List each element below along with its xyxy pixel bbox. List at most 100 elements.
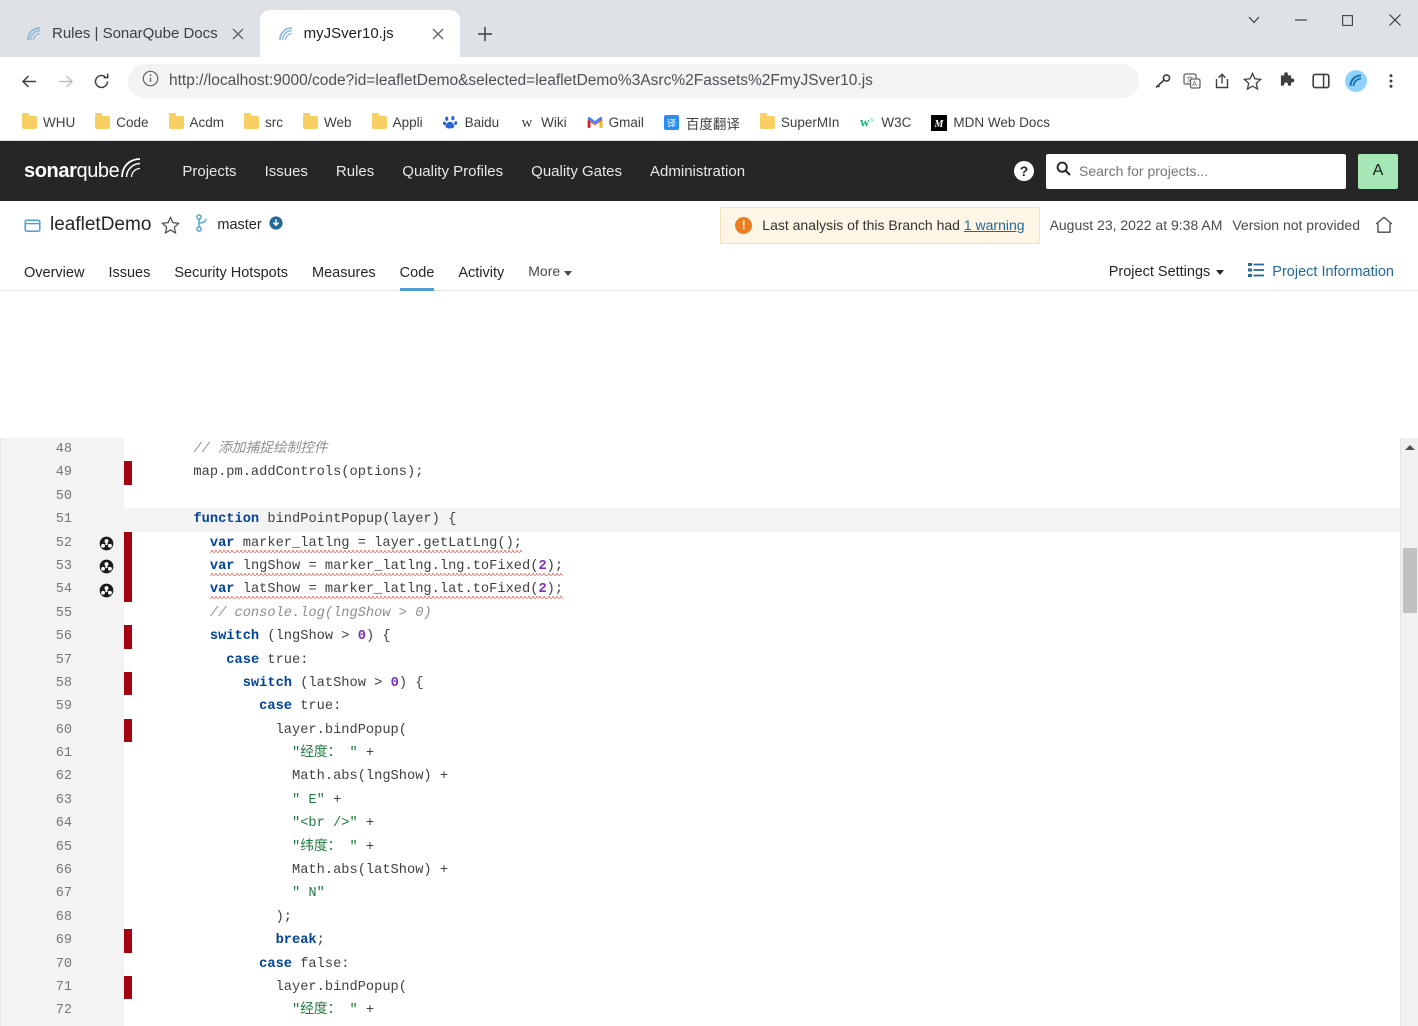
line-number[interactable]: 57 — [0, 648, 88, 672]
line-number[interactable]: 50 — [0, 484, 88, 509]
code-line[interactable]: 60 layer.bindPopup( — [0, 718, 1400, 743]
page-scrollbar[interactable] — [1400, 438, 1418, 1026]
line-number[interactable]: 54 — [0, 578, 88, 602]
code-line[interactable]: 65 "纬度： " + — [0, 835, 1400, 860]
key-icon[interactable] — [1149, 68, 1175, 94]
line-number[interactable]: 61 — [0, 742, 88, 766]
bookmark-item[interactable]: Web — [295, 112, 360, 133]
new-tab-button[interactable] — [468, 17, 502, 51]
bookmark-item[interactable]: WHU — [14, 112, 83, 133]
line-number[interactable]: 62 — [0, 765, 88, 789]
line-number[interactable]: 70 — [0, 952, 88, 976]
code-line[interactable]: 61 "经度： " + — [0, 742, 1400, 766]
bug-issue-icon[interactable] — [88, 578, 124, 602]
nav-quality-gates[interactable]: Quality Gates — [517, 163, 636, 180]
code-line[interactable]: 69 break; — [0, 929, 1400, 953]
code-line[interactable]: 67 " N" — [0, 882, 1400, 906]
bug-issue-icon[interactable] — [88, 531, 124, 555]
star-outline-icon[interactable] — [161, 215, 181, 235]
code-line[interactable]: 72 "经度： " + — [0, 999, 1400, 1023]
nav-projects[interactable]: Projects — [168, 163, 250, 180]
maximize-button[interactable] — [1324, 0, 1371, 40]
line-number[interactable]: 49 — [0, 461, 88, 485]
code-line[interactable]: 70 case false: — [0, 952, 1400, 976]
code-line[interactable]: 68 ); — [0, 905, 1400, 930]
nav-rules[interactable]: Rules — [322, 163, 388, 180]
bookmark-item[interactable]: SuperMIn — [752, 112, 848, 133]
sonarqube-logo[interactable]: sonar qube — [24, 157, 142, 185]
search-input[interactable] — [1079, 163, 1336, 179]
tab-activity[interactable]: Activity — [446, 265, 516, 290]
code-line[interactable]: 62 Math.abs(lngShow) + — [0, 765, 1400, 789]
home-icon[interactable] — [1374, 215, 1394, 235]
chrome-menu-icon[interactable] — [1376, 66, 1406, 96]
translate-icon[interactable]: 文A — [1179, 68, 1205, 94]
bookmark-item[interactable]: W3 W3C — [851, 112, 919, 134]
side-panel-icon[interactable] — [1306, 66, 1336, 96]
line-number[interactable]: 60 — [0, 718, 88, 743]
tab-measures[interactable]: Measures — [300, 265, 388, 290]
code-line[interactable]: 59 case true: — [0, 695, 1400, 719]
tab-search-button[interactable] — [1230, 0, 1277, 40]
code-line[interactable]: 48 // 添加捕捉绘制控件 — [0, 438, 1400, 462]
code-line[interactable]: 71 layer.bindPopup( — [0, 975, 1400, 1000]
close-icon[interactable] — [226, 22, 250, 46]
nav-administration[interactable]: Administration — [636, 163, 759, 180]
info-circle-icon[interactable] — [142, 70, 159, 92]
code-line[interactable]: 51 function bindPointPopup(layer) { — [0, 508, 1400, 532]
tab-issues[interactable]: Issues — [96, 265, 162, 290]
bookmark-item[interactable]: Appli — [364, 112, 431, 133]
tab-code[interactable]: Code — [388, 265, 447, 291]
browser-tab-2[interactable]: myJSver10.js — [259, 10, 460, 57]
avatar[interactable]: A — [1358, 153, 1398, 189]
tab-overview[interactable]: Overview — [24, 265, 96, 290]
line-number[interactable]: 67 — [0, 882, 88, 906]
line-number[interactable]: 68 — [0, 905, 88, 930]
bookmark-item[interactable]: Baidu — [435, 112, 508, 134]
scrollbar-thumb[interactable] — [1403, 548, 1417, 613]
code-line[interactable]: 64 "<br />" + — [0, 812, 1400, 836]
line-number[interactable]: 53 — [0, 554, 88, 579]
line-number[interactable]: 71 — [0, 975, 88, 1000]
bookmark-item[interactable]: 译 百度翻译 — [656, 110, 748, 136]
nav-quality-profiles[interactable]: Quality Profiles — [388, 163, 517, 180]
address-bar[interactable]: http://localhost:9000/code?id=leafletDem… — [128, 64, 1139, 98]
bookmark-item[interactable]: W Wiki — [511, 112, 575, 134]
branch-selector[interactable]: master — [196, 213, 283, 237]
code-line[interactable]: 53 var lngShow = marker_latlng.lng.toFix… — [0, 554, 1400, 579]
download-circle-icon[interactable] — [269, 215, 283, 235]
extensions-puzzle-icon[interactable] — [1271, 66, 1301, 96]
bookmark-item[interactable]: Acdm — [161, 112, 233, 133]
bookmark-item[interactable]: Code — [87, 112, 156, 133]
line-number[interactable]: 66 — [0, 859, 88, 883]
line-number[interactable]: 48 — [0, 438, 88, 462]
line-number[interactable]: 64 — [0, 812, 88, 836]
line-number[interactable]: 51 — [0, 508, 88, 532]
project-settings-dropdown[interactable]: Project Settings — [1109, 264, 1225, 280]
forward-button[interactable] — [48, 64, 82, 98]
code-line[interactable]: 58 switch (latShow > 0) { — [0, 671, 1400, 696]
line-number[interactable]: 56 — [0, 625, 88, 649]
code-line[interactable]: 57 case true: — [0, 648, 1400, 672]
search-box[interactable] — [1046, 153, 1346, 189]
browser-tab-1[interactable]: Rules | SonarQube Docs — [8, 10, 260, 57]
bookmark-item[interactable]: M MDN Web Docs — [923, 112, 1058, 134]
code-line[interactable]: 52 var marker_latlng = layer.getLatLng()… — [0, 531, 1400, 555]
share-icon[interactable] — [1209, 68, 1235, 94]
line-number[interactable]: 52 — [0, 531, 88, 555]
code-line[interactable]: 50 — [0, 484, 1400, 509]
star-icon[interactable] — [1239, 68, 1265, 94]
back-button[interactable] — [12, 64, 46, 98]
tab-security-hotspots[interactable]: Security Hotspots — [162, 265, 300, 290]
code-line[interactable]: 55 // console.log(lngShow > 0) — [0, 601, 1400, 626]
line-number[interactable]: 63 — [0, 788, 88, 813]
close-window-button[interactable] — [1371, 0, 1418, 40]
profile-avatar-icon[interactable] — [1341, 66, 1371, 96]
minimize-button[interactable] — [1277, 0, 1324, 40]
help-icon[interactable]: ? — [1014, 161, 1034, 181]
line-number[interactable]: 72 — [0, 999, 88, 1023]
close-icon[interactable] — [426, 22, 450, 46]
bookmark-item[interactable]: Gmail — [579, 112, 652, 134]
line-number[interactable]: 59 — [0, 695, 88, 719]
line-number[interactable]: 69 — [0, 929, 88, 953]
